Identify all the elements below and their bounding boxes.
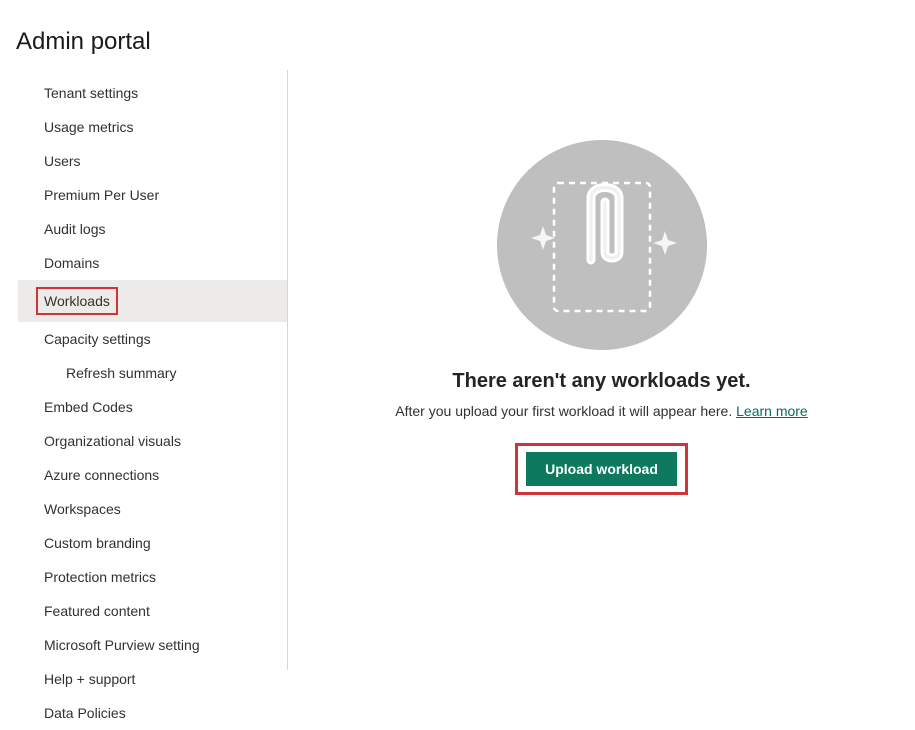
empty-state-subtitle-text: After you upload your first workload it … — [395, 403, 736, 419]
sidebar-item-embed-codes[interactable]: Embed Codes — [18, 390, 287, 424]
sidebar-item-label: Workspaces — [44, 501, 121, 517]
sidebar-item-label: Refresh summary — [66, 365, 176, 381]
sidebar-item-audit-logs[interactable]: Audit logs — [18, 212, 287, 246]
sidebar-item-usage-metrics[interactable]: Usage metrics — [18, 110, 287, 144]
sidebar-item-label: Domains — [44, 255, 99, 271]
page-title: Admin portal — [0, 0, 915, 70]
sidebar-item-custom-branding[interactable]: Custom branding — [18, 526, 287, 560]
sidebar-item-organizational-visuals[interactable]: Organizational visuals — [18, 424, 287, 458]
empty-state-illustration — [497, 140, 707, 350]
callout-highlight: Upload workload — [515, 443, 688, 495]
sidebar-item-azure-connections[interactable]: Azure connections — [18, 458, 287, 492]
sidebar-item-label: Users — [44, 153, 81, 169]
sidebar-item-label: Workloads — [44, 293, 110, 309]
sidebar-item-refresh-summary[interactable]: Refresh summary — [18, 356, 287, 390]
sidebar-item-workloads[interactable]: Workloads — [18, 280, 287, 322]
sidebar-item-label: Tenant settings — [44, 85, 138, 101]
sidebar-item-microsoft-purview-setting[interactable]: Microsoft Purview setting — [18, 628, 287, 662]
sidebar-item-tenant-settings[interactable]: Tenant settings — [18, 76, 287, 110]
sidebar-item-label: Help + support — [44, 671, 135, 687]
sidebar-item-protection-metrics[interactable]: Protection metrics — [18, 560, 287, 594]
upload-workload-button[interactable]: Upload workload — [526, 452, 677, 486]
sidebar-item-label: Audit logs — [44, 221, 105, 237]
sidebar-item-label: Usage metrics — [44, 119, 133, 135]
empty-state-subtitle: After you upload your first workload it … — [395, 403, 807, 419]
sidebar-item-label: Capacity settings — [44, 331, 151, 347]
sidebar-item-users[interactable]: Users — [18, 144, 287, 178]
empty-state-title: There aren't any workloads yet. — [452, 370, 750, 393]
sidebar-item-workspaces[interactable]: Workspaces — [18, 492, 287, 526]
sidebar-item-help-support[interactable]: Help + support — [18, 662, 287, 696]
sidebar-item-domains[interactable]: Domains — [18, 246, 287, 280]
learn-more-link[interactable]: Learn more — [736, 403, 808, 419]
sidebar-item-data-policies[interactable]: Data Policies — [18, 696, 287, 730]
sidebar-item-label: Azure connections — [44, 467, 159, 483]
sidebar-item-label: Protection metrics — [44, 569, 156, 585]
sidebar-nav: Tenant settings Usage metrics Users Prem… — [18, 70, 288, 670]
callout-highlight: Workloads — [36, 287, 118, 315]
sidebar-item-label: Data Policies — [44, 705, 126, 721]
sidebar-item-label: Embed Codes — [44, 399, 133, 415]
sidebar-item-label: Organizational visuals — [44, 433, 181, 449]
sidebar-item-label: Premium Per User — [44, 187, 159, 203]
content-wrapper: Tenant settings Usage metrics Users Prem… — [0, 70, 915, 670]
sidebar-item-label: Microsoft Purview setting — [44, 637, 200, 653]
sidebar-item-premium-per-user[interactable]: Premium Per User — [18, 178, 287, 212]
sidebar-item-label: Custom branding — [44, 535, 151, 551]
sidebar-item-capacity-settings[interactable]: Capacity settings — [18, 322, 287, 356]
sidebar-item-featured-content[interactable]: Featured content — [18, 594, 287, 628]
main-content: There aren't any workloads yet. After yo… — [288, 70, 915, 670]
sidebar-item-label: Featured content — [44, 603, 150, 619]
